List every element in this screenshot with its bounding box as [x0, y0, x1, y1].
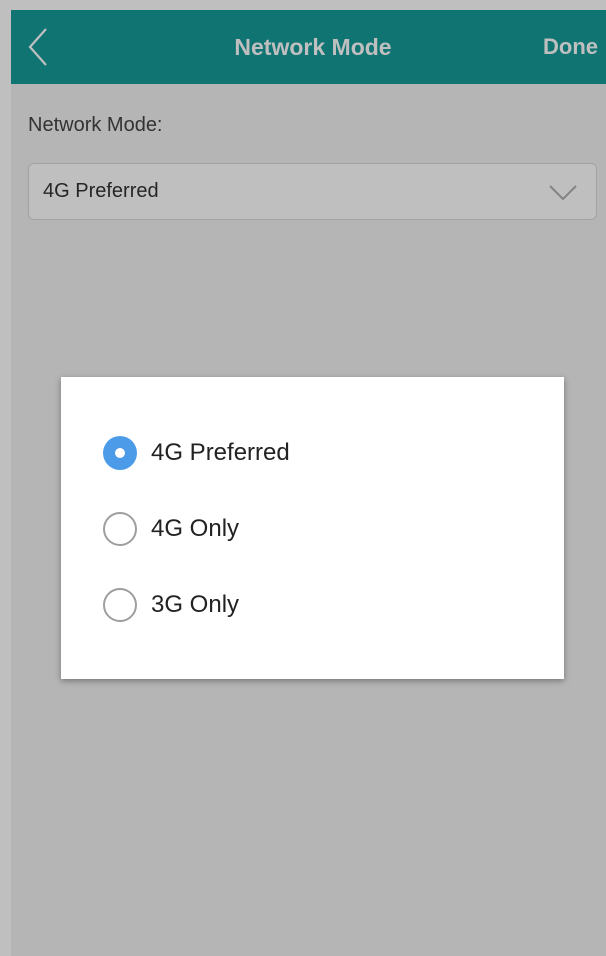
radio-unselected-icon[interactable] — [103, 588, 137, 622]
option-3g-only[interactable]: 3G Only — [103, 583, 239, 627]
network-mode-dialog: 4G Preferred 4G Only 3G Only — [61, 377, 564, 679]
radio-selected-icon[interactable] — [103, 436, 137, 470]
option-label: 4G Preferred — [151, 439, 290, 466]
network-mode-screen: Network Mode Done Network Mode: 4G Prefe… — [0, 0, 606, 956]
radio-unselected-icon[interactable] — [103, 512, 137, 546]
option-4g-preferred[interactable]: 4G Preferred — [103, 431, 290, 475]
option-4g-only[interactable]: 4G Only — [103, 507, 239, 551]
option-label: 3G Only — [151, 591, 240, 618]
option-label: 4G Only — [151, 515, 240, 542]
